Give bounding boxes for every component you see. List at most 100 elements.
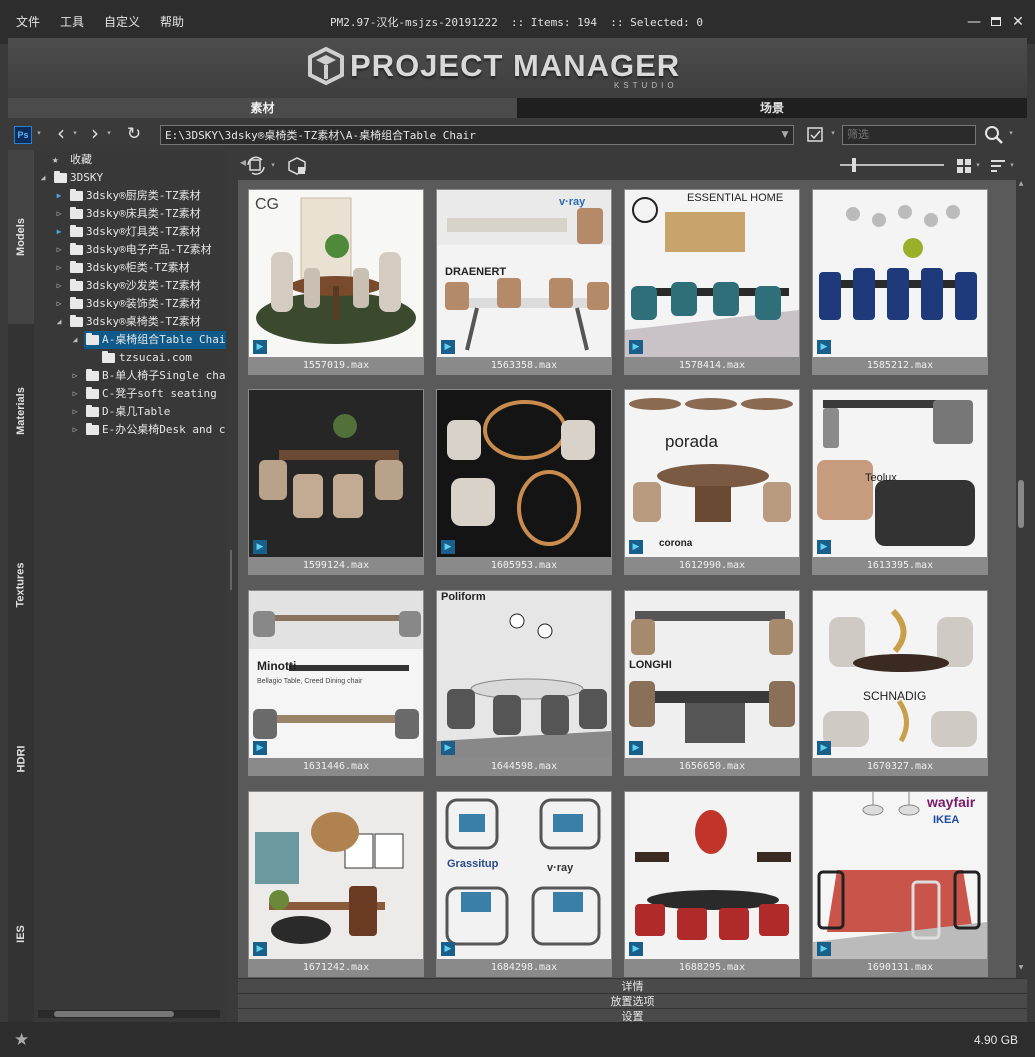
tab-models[interactable]: Models <box>8 150 34 324</box>
view-dropdown-icon[interactable]: ▾ <box>974 161 982 169</box>
panel-details[interactable]: 详情 <box>238 978 1027 993</box>
asset-tile[interactable]: wayfair IKEA ▶ 1690131.max <box>812 791 988 977</box>
asset-thumbnail[interactable]: CG ▶ <box>249 190 423 357</box>
asset-tile[interactable]: SCHNADIG ▶ 1670327.max <box>812 590 988 776</box>
collapsed-arrow-icon[interactable]: ▷ <box>70 421 80 439</box>
tab-ies[interactable]: IES <box>8 846 34 1022</box>
asset-brand: ESSENTIAL HOME <box>687 192 784 204</box>
panel-placement-options[interactable]: 放置选项 <box>238 993 1027 1008</box>
tab-materials[interactable]: Materials <box>8 324 34 498</box>
scroll-down-icon[interactable]: ▼ <box>1017 964 1025 972</box>
collapsed-arrow-icon[interactable]: ▷ <box>70 403 80 421</box>
asset-thumbnail[interactable]: Poliform ▶ <box>437 591 611 758</box>
grid-view-icon[interactable] <box>956 158 972 174</box>
collapsed-arrow-icon[interactable]: ▷ <box>54 205 64 223</box>
asset-tile[interactable]: ▶ 1599124.max <box>248 389 424 575</box>
panel-settings[interactable]: 设置 <box>238 1008 1027 1023</box>
folder-icon <box>54 171 67 183</box>
asset-tile[interactable]: Minotti Bellagio Table, Creed Dining cha… <box>248 590 424 776</box>
search-icon[interactable] <box>984 125 1004 145</box>
asset-tile[interactable]: CG ▶ 1557019.max <box>248 189 424 375</box>
tab-scenes[interactable]: 场景 <box>517 98 1027 118</box>
max-file-icon: ▶ <box>629 340 643 354</box>
asset-thumbnail[interactable]: ▶ <box>813 190 987 357</box>
asset-tile[interactable]: ▶ 1585212.max <box>812 189 988 375</box>
back-icon[interactable]: ‹ <box>52 122 70 144</box>
tab-assets[interactable]: 素材 <box>8 98 517 118</box>
asset-tile[interactable]: ESSENTIAL HOME ▶ 1578414.max <box>624 189 800 375</box>
collapsed-arrow-icon[interactable]: ▷ <box>54 259 64 277</box>
expanded-arrow-icon[interactable]: ◢ <box>38 169 48 187</box>
forward-dropdown-icon[interactable]: ▾ <box>105 129 113 137</box>
asset-thumbnail[interactable]: porada corona ▶ <box>625 390 799 557</box>
folder-icon <box>70 315 83 327</box>
asset-thumbnail[interactable]: ESSENTIAL HOME ▶ <box>625 190 799 357</box>
photoshop-icon[interactable]: Ps <box>14 126 32 144</box>
asset-thumbnail[interactable]: LONGHI ▶ <box>625 591 799 758</box>
asset-tile[interactable]: Poliform ▶ 1644598.max <box>436 590 612 776</box>
collapsed-arrow-icon[interactable]: ▷ <box>70 367 80 385</box>
tree-favorites-label: 收藏 <box>70 153 92 166</box>
collapsed-arrow-icon[interactable]: ▶ <box>54 223 64 241</box>
tree-item-label: D-桌几Table <box>102 405 171 418</box>
asset-thumbnail[interactable]: SCHNADIG ▶ <box>813 591 987 758</box>
asset-tile[interactable]: ▶ 1688295.max <box>624 791 800 977</box>
tree-horizontal-scrollbar[interactable] <box>38 1010 220 1018</box>
asset-tile[interactable]: Grassitup v·ray ▶ 1684298.max <box>436 791 612 977</box>
forward-icon[interactable]: › <box>86 122 104 144</box>
thumbnail-size-slider[interactable] <box>838 158 946 172</box>
back-dropdown-icon[interactable]: ▾ <box>71 129 79 137</box>
maximize-icon[interactable] <box>988 14 1004 30</box>
expanded-arrow-icon[interactable]: ◢ <box>54 313 64 331</box>
close-icon[interactable]: ✕ <box>1010 14 1026 30</box>
expanded-arrow-icon[interactable]: ◢ <box>70 331 80 349</box>
asset-thumbnail[interactable]: ▶ <box>249 792 423 959</box>
collapsed-arrow-icon[interactable]: ▷ <box>54 277 64 295</box>
asset-tile[interactable]: Teolux ▶ 1613395.max <box>812 389 988 575</box>
asset-tile[interactable]: ▶ 1605953.max <box>436 389 612 575</box>
asset-thumbnail[interactable]: wayfair IKEA ▶ <box>813 792 987 959</box>
path-input[interactable] <box>160 125 794 145</box>
asset-thumbnail[interactable]: Grassitup v·ray ▶ <box>437 792 611 959</box>
star-icon[interactable]: ★ <box>14 1030 29 1050</box>
scrollbar-thumb[interactable] <box>54 1011 174 1017</box>
asset-tile[interactable]: DRAENERT v·ray ▶ 1563358.max <box>436 189 612 375</box>
tree-item-selected[interactable]: ◢ A-桌椅组合Table Chair <box>73 331 226 349</box>
asset-thumbnail[interactable]: ▶ <box>249 390 423 557</box>
scroll-up-icon[interactable]: ▲ <box>1017 180 1025 188</box>
package-icon[interactable] <box>286 155 308 177</box>
minimize-icon[interactable]: — <box>966 14 982 30</box>
slider-handle[interactable] <box>852 158 856 172</box>
scrollbar-thumb[interactable] <box>1018 480 1024 528</box>
collapsed-arrow-icon[interactable]: ▶ <box>54 187 64 205</box>
filter-options-icon[interactable] <box>806 125 826 145</box>
tab-textures[interactable]: Textures <box>8 498 34 672</box>
asset-tile[interactable]: ▶ 1671242.max <box>248 791 424 977</box>
pane-splitter[interactable] <box>226 150 238 1022</box>
asset-filename: 1684298.max <box>490 962 558 973</box>
tab-hdri[interactable]: HDRI <box>8 672 34 846</box>
collapsed-arrow-icon[interactable]: ▷ <box>70 385 80 403</box>
grid-vertical-scrollbar[interactable]: ▲ ▼ <box>1016 180 1026 978</box>
sync-dropdown-icon[interactable]: ▾ <box>269 161 277 169</box>
asset-thumbnail[interactable]: Minotti Bellagio Table, Creed Dining cha… <box>249 591 423 758</box>
asset-filename: 1599124.max <box>302 560 370 571</box>
asset-thumbnail[interactable]: Teolux ▶ <box>813 390 987 557</box>
sort-icon[interactable] <box>990 158 1006 174</box>
search-dropdown-icon[interactable]: ▾ <box>1007 129 1015 137</box>
asset-tile[interactable]: LONGHI ▶ 1656650.max <box>624 590 800 776</box>
path-dropdown-icon[interactable]: ▼ <box>778 127 792 143</box>
asset-thumbnail[interactable]: DRAENERT v·ray ▶ <box>437 190 611 357</box>
asset-tile[interactable]: porada corona ▶ 1612990.max <box>624 389 800 575</box>
asset-thumbnail[interactable]: ▶ <box>625 792 799 959</box>
collapsed-arrow-icon[interactable]: ▷ <box>54 241 64 259</box>
collapsed-arrow-icon[interactable]: ▷ <box>54 295 64 313</box>
sync-icon[interactable] <box>246 155 268 177</box>
sort-dropdown-icon[interactable]: ▾ <box>1008 161 1016 169</box>
filter-dropdown-icon[interactable]: ▾ <box>829 129 837 137</box>
filter-input[interactable] <box>842 125 976 145</box>
asset-thumbnail[interactable]: ▶ <box>437 390 611 557</box>
refresh-icon[interactable]: ↻ <box>124 124 144 144</box>
ps-dropdown-icon[interactable]: ▾ <box>35 129 43 137</box>
splitter-grip[interactable] <box>230 550 232 590</box>
